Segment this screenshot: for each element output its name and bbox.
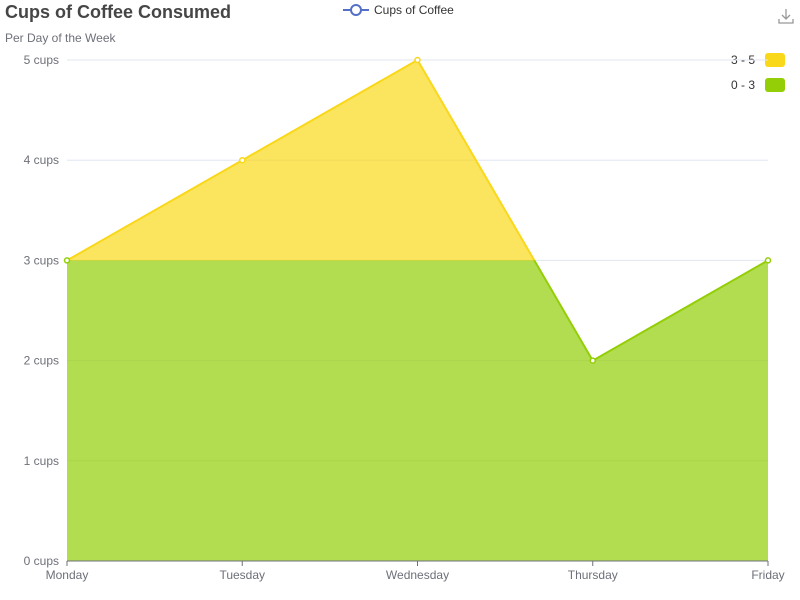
data-point bbox=[414, 56, 421, 64]
x-tick-label: Tuesday bbox=[219, 568, 265, 582]
chart-canvas: 0 cups 1 cups 2 cups 3 cups 4 cups 5 cups Mond… bbox=[24, 53, 785, 582]
y-tick-label: 5 cups bbox=[24, 53, 59, 67]
y-tick-label: 1 cups bbox=[24, 454, 59, 468]
x-tick-label: Thursday bbox=[568, 568, 618, 582]
data-point bbox=[63, 257, 71, 264]
y-tick-label: 3 cups bbox=[24, 253, 59, 267]
data-point bbox=[239, 156, 246, 164]
y-tick-label: 0 cups bbox=[24, 554, 59, 568]
y-tick-label: 4 cups bbox=[24, 153, 59, 167]
y-tick-label: 2 cups bbox=[24, 354, 59, 368]
x-tick-label: Friday bbox=[751, 568, 784, 582]
x-tick-label: Monday bbox=[46, 568, 89, 582]
data-point bbox=[764, 257, 772, 264]
x-tick-label: Wednesday bbox=[386, 568, 449, 582]
data-point bbox=[589, 357, 596, 364]
